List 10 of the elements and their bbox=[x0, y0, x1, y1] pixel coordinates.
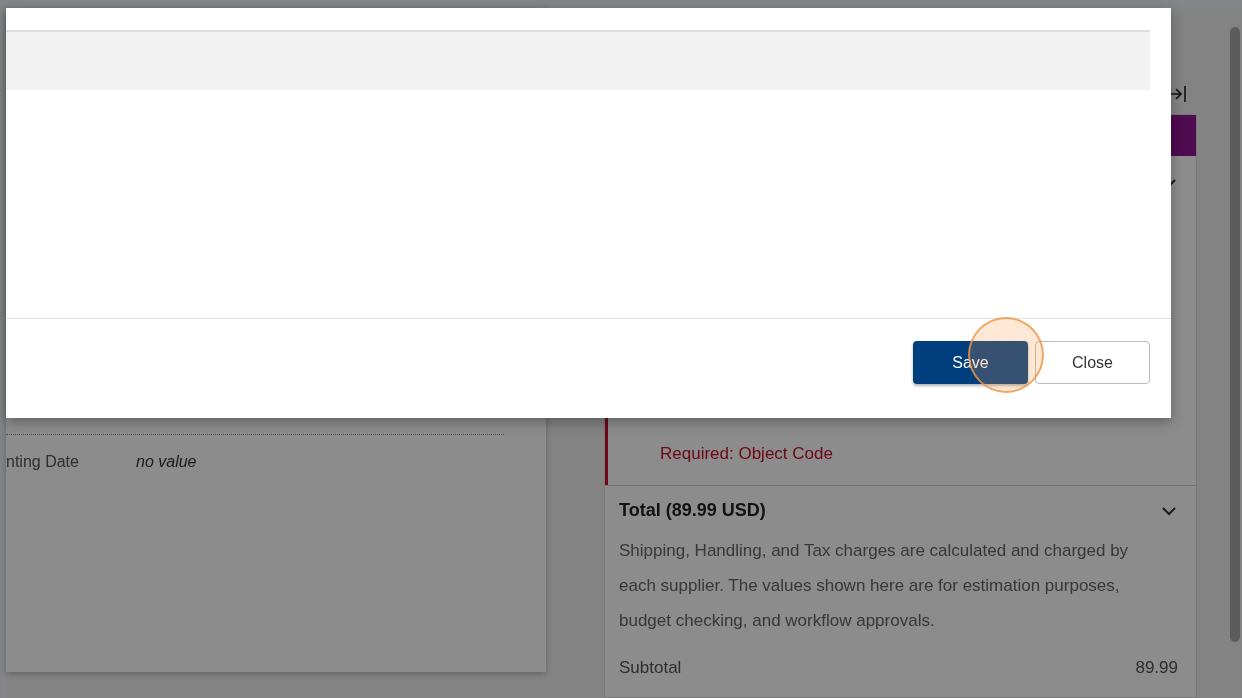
field-value: no value bbox=[136, 453, 197, 471]
scrollbar[interactable] bbox=[1230, 27, 1240, 642]
row-label: Subtotal bbox=[619, 658, 682, 678]
error-message: Required: Object Code bbox=[660, 443, 834, 465]
field-label: nting Date bbox=[6, 453, 80, 471]
collapse-panel-icon[interactable] bbox=[1169, 84, 1187, 104]
total-title: Total (89.99 USD) bbox=[619, 500, 766, 521]
row-value: 89.99 bbox=[1135, 658, 1178, 678]
total-note: Shipping, Handling, and Tax charges are calculated and charged by each supplier. The values shown here are for estimation purposes, budget checking, and workflow approvals. bbox=[619, 540, 1130, 632]
close-button[interactable]: Close bbox=[1035, 341, 1150, 384]
